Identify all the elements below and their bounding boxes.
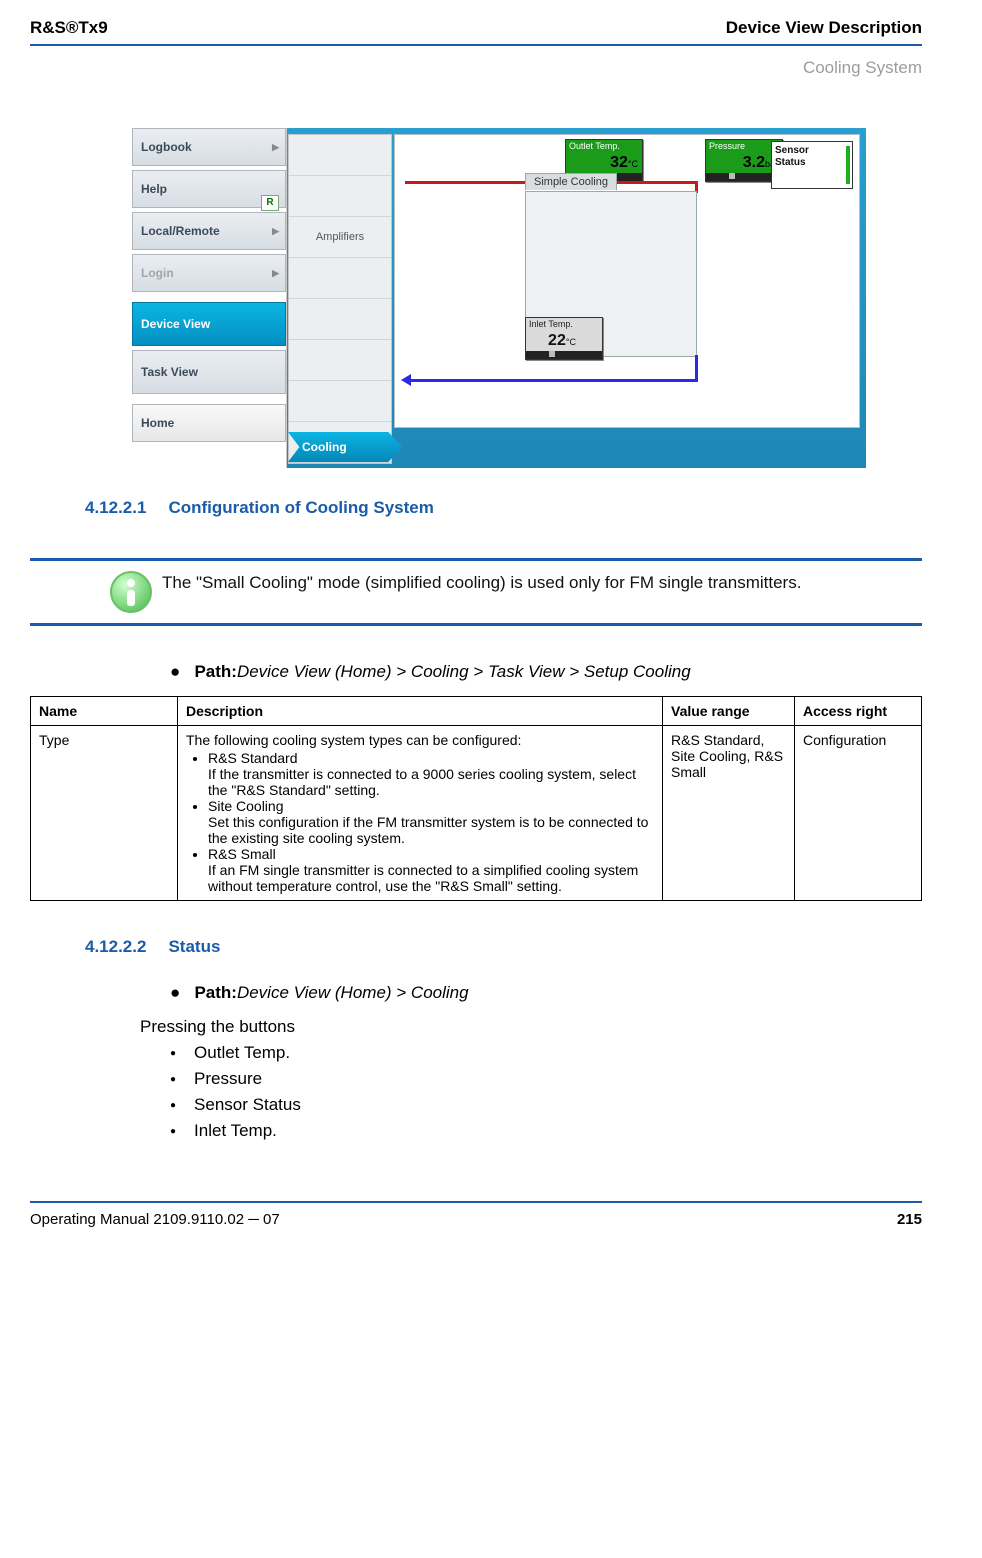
cell-desc: The following cooling system types can b…: [178, 726, 663, 901]
chevron-right-icon: ▶: [272, 268, 279, 279]
page-footer: Operating Manual 2109.9110.02 ─ 07 215: [30, 1201, 922, 1228]
header-chapter: Device View Description: [726, 18, 922, 38]
left-nav: Logbook▶ Help RLocal/Remote▶ Login▶ Devi…: [132, 128, 286, 446]
inlet-temp-button[interactable]: Inlet Temp. 22°C: [525, 317, 603, 360]
cell-access: Configuration: [795, 726, 922, 901]
breadcrumb-cooling[interactable]: Cooling: [288, 432, 402, 462]
path-line-2: ● Path:Device View (Home) > Cooling: [170, 983, 922, 1003]
list-item: Inlet Temp.: [170, 1121, 922, 1141]
config-table: Name Description Value range Access righ…: [30, 696, 922, 901]
footer-page-number: 215: [897, 1211, 922, 1228]
header-rule: [30, 44, 922, 46]
pressing-text: Pressing the buttons: [140, 1017, 922, 1037]
remote-badge-icon: R: [261, 195, 279, 211]
info-icon: [110, 571, 152, 613]
chevron-right-icon: ▶: [272, 226, 279, 237]
nav-home[interactable]: Home: [132, 404, 286, 442]
simple-cooling-tab: Simple Cooling: [525, 173, 617, 190]
device-screenshot: Logbook▶ Help RLocal/Remote▶ Login▶ Devi…: [160, 128, 866, 468]
module-column: Amplifiers: [288, 134, 392, 464]
nav-local-remote[interactable]: RLocal/Remote▶: [132, 212, 286, 250]
flow-arrow-icon: [401, 374, 411, 386]
list-item: Sensor Status: [170, 1095, 922, 1115]
table-header-name: Name: [31, 697, 178, 726]
info-note-text: The "Small Cooling" mode (simplified coo…: [162, 571, 801, 593]
cell-range: R&S Standard, Site Cooling, R&S Small: [663, 726, 795, 901]
section-heading: 4.12.2.1 Configuration of Cooling System: [85, 498, 922, 518]
nav-task-view[interactable]: Task View: [132, 350, 286, 394]
button-list: Outlet Temp. Pressure Sensor Status Inle…: [170, 1043, 922, 1141]
chevron-right-icon: ▶: [272, 142, 279, 153]
nav-login[interactable]: Login▶: [132, 254, 286, 292]
cell-name: Type: [31, 726, 178, 901]
diagram-canvas: Outlet Temp. 32°C Pressure 3.2bar Sensor…: [394, 134, 860, 428]
section-heading-2: 4.12.2.2 Status: [85, 937, 922, 957]
header-sub: Cooling System: [30, 58, 922, 78]
list-item: Pressure: [170, 1069, 922, 1089]
nav-logbook[interactable]: Logbook▶: [132, 128, 286, 166]
status-ok-icon: [846, 146, 850, 184]
info-note: The "Small Cooling" mode (simplified coo…: [30, 558, 922, 626]
nav-device-view[interactable]: Device View: [132, 302, 286, 346]
table-row: Type The following cooling system types …: [31, 726, 922, 901]
sensor-status-button[interactable]: Sensor Status: [771, 141, 853, 189]
list-item: Outlet Temp.: [170, 1043, 922, 1063]
module-amplifiers[interactable]: Amplifiers: [289, 217, 391, 258]
table-header-range: Value range: [663, 697, 795, 726]
footer-left: Operating Manual 2109.9110.02 ─ 07: [30, 1211, 280, 1228]
path-line-1: ● Path:Device View (Home) > Cooling > Ta…: [170, 662, 922, 682]
table-header-desc: Description: [178, 697, 663, 726]
header-product: R&S®Tx9: [30, 18, 108, 38]
table-header-access: Access right: [795, 697, 922, 726]
